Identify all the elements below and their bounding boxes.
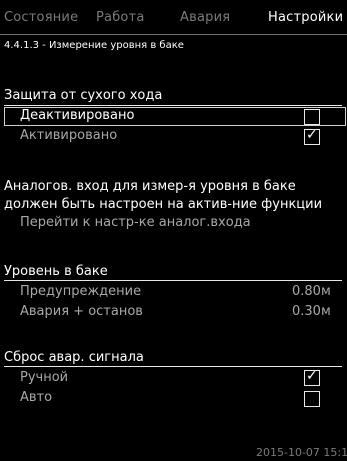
reset-auto-label: Авто xyxy=(20,390,53,405)
option-activated-checkbox[interactable]: ✓ xyxy=(304,127,320,145)
tab-alarm[interactable]: Авария xyxy=(180,10,230,25)
option-deactivated-checkbox[interactable] xyxy=(304,109,320,125)
reset-underline xyxy=(4,366,342,367)
page-title: 4.4.1.3 - Измерение уровня в баке xyxy=(4,40,184,51)
warning-label: Предупреждение xyxy=(20,284,142,299)
option-deactivated-label: Деактивировано xyxy=(20,108,135,123)
status-datetime: 2015-10-07 15:10 xyxy=(256,446,347,459)
option-activated-label: Активировано xyxy=(20,128,118,143)
tank-level-heading: Уровень в баке xyxy=(4,264,108,279)
warning-value[interactable]: 0.80м xyxy=(292,284,331,299)
checkmark-icon: ✓ xyxy=(306,368,318,384)
analog-input-link[interactable]: Перейти к настр-ке аналог.входа xyxy=(20,215,251,230)
tab-settings[interactable]: Настройки xyxy=(268,10,343,25)
dry-run-underline xyxy=(4,105,342,106)
tab-bar: Состояние Работа Авария Настройки xyxy=(0,0,347,34)
tab-status[interactable]: Состояние xyxy=(4,10,78,25)
alarm-stop-label: Авария + останов xyxy=(20,304,143,319)
reset-manual-checkbox[interactable]: ✓ xyxy=(304,368,320,386)
reset-manual-label: Ручной xyxy=(20,370,69,385)
analog-note-line1: Аналогов. вход для измер-я уровня в баке xyxy=(4,179,296,194)
tab-operation[interactable]: Работа xyxy=(96,10,145,25)
checkmark-icon: ✓ xyxy=(306,127,318,143)
analog-note-line2: должен быть настроен на актив-ние функци… xyxy=(4,197,323,212)
tank-level-underline xyxy=(4,280,342,281)
alarm-stop-value[interactable]: 0.30м xyxy=(292,304,331,319)
tab-separator xyxy=(0,34,347,35)
reset-auto-checkbox[interactable] xyxy=(304,391,320,407)
dry-run-heading: Защита от сухого хода xyxy=(4,88,163,103)
reset-heading: Сброс авар. сигнала xyxy=(4,350,144,365)
